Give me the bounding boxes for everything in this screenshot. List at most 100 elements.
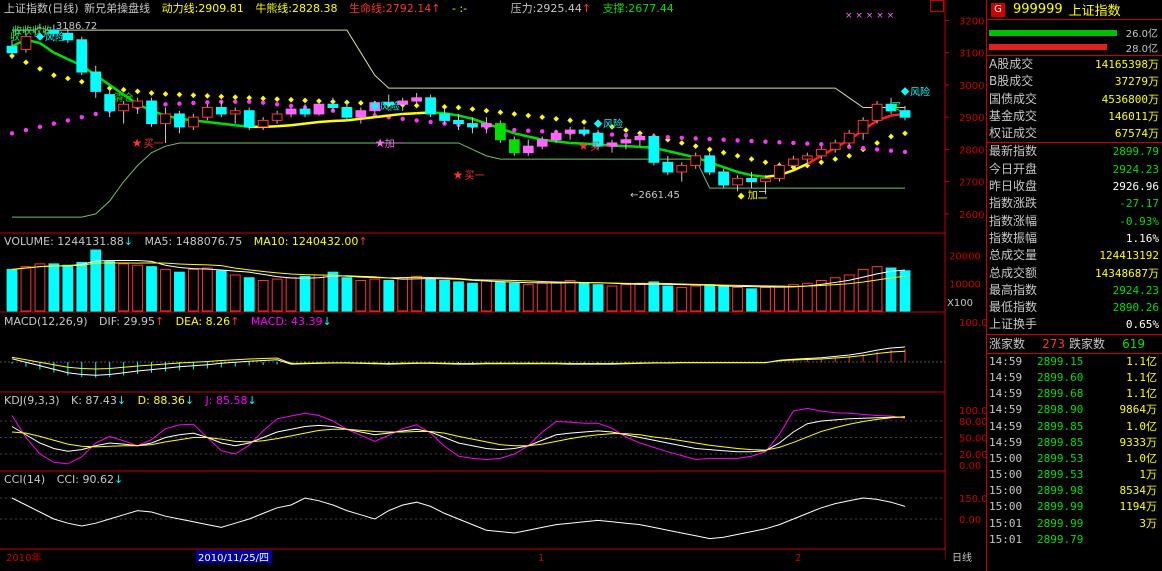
support-dot <box>218 93 225 100</box>
volume-bar <box>439 280 450 312</box>
index-code: 999999 <box>1013 2 1063 17</box>
down-count: 619 <box>1122 336 1146 351</box>
index-stat-row: 指数涨跌 -27.17 <box>987 195 1162 212</box>
tick-amount: 1194万 <box>1119 500 1158 514</box>
dynamic-line <box>332 119 347 123</box>
resistance-dot <box>735 138 740 143</box>
candle-body <box>439 113 450 121</box>
risk1-label: 风险 <box>380 100 400 113</box>
resistance-dot <box>93 111 98 117</box>
tick-time: 15:00 <box>989 468 1023 482</box>
up-count: 273 <box>1042 336 1066 351</box>
dynamic-line <box>514 132 529 138</box>
volume-bar <box>201 267 213 312</box>
resistance-dot <box>37 124 43 130</box>
volume-bar <box>369 278 381 312</box>
support-dot <box>678 140 685 146</box>
support-dot <box>64 75 71 82</box>
cci-axis-label: 0.00 <box>959 515 981 526</box>
dynamic-line <box>388 112 403 117</box>
tick-row: 15:00 2899.53 1万 <box>987 467 1162 483</box>
dynamic-line <box>667 149 683 156</box>
chart-svg[interactable]: 3200 3100 3000 2900 2800 2700 2600 3186.72 ←2661… <box>0 0 986 571</box>
volume-bar <box>774 285 785 312</box>
volume-bar <box>215 270 227 312</box>
support-value: 2677.44 <box>628 2 674 15</box>
candle-body <box>467 123 478 128</box>
dynamic-line <box>207 120 222 125</box>
tick-price: 2899.15 <box>1037 354 1084 368</box>
volume-bar <box>327 271 339 312</box>
date-month2: 2 <box>795 553 801 564</box>
volume-bar <box>508 282 520 312</box>
price-axis-label: 2600 <box>959 210 984 221</box>
resistance-dot <box>79 114 84 120</box>
life-value: 2792.14 <box>385 2 432 15</box>
volume-bar <box>522 284 534 312</box>
volume-bar <box>494 281 506 312</box>
support-dot <box>832 156 839 162</box>
turnover-stat-label: A股成交 <box>989 57 1034 71</box>
resistance-dot <box>763 139 768 144</box>
window-button[interactable] <box>930 0 944 12</box>
candle-body <box>341 106 353 118</box>
candle-body <box>411 97 423 102</box>
support-dot <box>483 107 490 114</box>
tick-amount: 9333万 <box>1119 435 1158 449</box>
candle-body <box>857 119 869 134</box>
tick-price: 2899.53 <box>1037 468 1084 482</box>
resistance-dot <box>526 128 531 133</box>
tick-list[interactable]: 14:59 2899.15 1.1亿 14:59 2899.60 1.1亿 14:59 289… <box>987 354 1162 548</box>
volume-axis-label: 20000 <box>949 252 981 263</box>
quote-title: G 999999 上证指数 <box>987 0 1162 20</box>
support-dot <box>581 119 587 125</box>
support-dot <box>176 91 183 98</box>
candle-body <box>746 177 757 183</box>
dynamic-line <box>346 117 361 122</box>
tick-row: 15:00 2899.98 8534万 <box>987 483 1162 499</box>
support-dot <box>846 153 853 159</box>
risk3-marker <box>900 87 910 96</box>
tick-time: 14:59 <box>989 354 1023 368</box>
tick-price: 2899.79 <box>1037 532 1084 546</box>
resistance-dot <box>693 136 698 141</box>
dynamic-line <box>723 165 738 174</box>
chart-area[interactable]: 3200 3100 3000 2900 2800 2700 2600 3186.72 ←2661… <box>0 0 986 571</box>
support-dot <box>888 133 894 140</box>
tick-time: 15:00 <box>989 484 1023 498</box>
tick-row: 15:00 2899.99 1194万 <box>987 499 1162 515</box>
tick-row: 14:59 2899.60 1.1亿 <box>987 370 1162 386</box>
indicator-name: 新兄弟操盘线 <box>84 2 151 15</box>
turnover-stat-label: 基金成交 <box>989 108 1038 123</box>
volume-bar <box>857 268 869 312</box>
candle-body <box>550 132 562 141</box>
dif-arrow: ↑ <box>154 315 165 328</box>
risk3-label: 风险 <box>910 85 930 98</box>
index-stat-value: 14348687万 <box>1095 266 1159 280</box>
index-stat-row: 总成交量 124413192 <box>987 247 1162 264</box>
volume-bar <box>425 278 436 312</box>
tick-price: 2899.85 <box>1037 419 1084 433</box>
buy2-star: ★ <box>453 168 464 182</box>
volume-bar <box>634 282 646 312</box>
support-dot <box>134 88 141 95</box>
volume-bar <box>564 280 576 312</box>
date-current: 2010/11/25/四 <box>198 553 269 564</box>
turnover-stat-label: B股成交 <box>989 74 1034 89</box>
resistance-dot <box>609 132 615 137</box>
vol-arrow: ↓ <box>123 235 133 248</box>
g-icon[interactable]: G <box>991 2 1005 17</box>
volume-bar <box>76 261 88 312</box>
volume-unit: X100 <box>947 298 973 309</box>
support-dot <box>553 115 560 122</box>
resistance-dot <box>400 116 405 121</box>
quote-panel: G 999999 上证指数 26.0亿 28.0亿 A股成交 14165398万 B… <box>986 0 1162 571</box>
volume-bar <box>606 285 618 312</box>
add2-marker: ◆ <box>738 192 745 202</box>
date-year: 2010年 <box>6 551 41 564</box>
support-dot <box>623 127 629 133</box>
candle-body <box>271 113 283 121</box>
date-month1: 1 <box>538 553 544 564</box>
tick-amount: 1.0亿 <box>1126 451 1157 465</box>
resistance-dot <box>874 147 880 152</box>
